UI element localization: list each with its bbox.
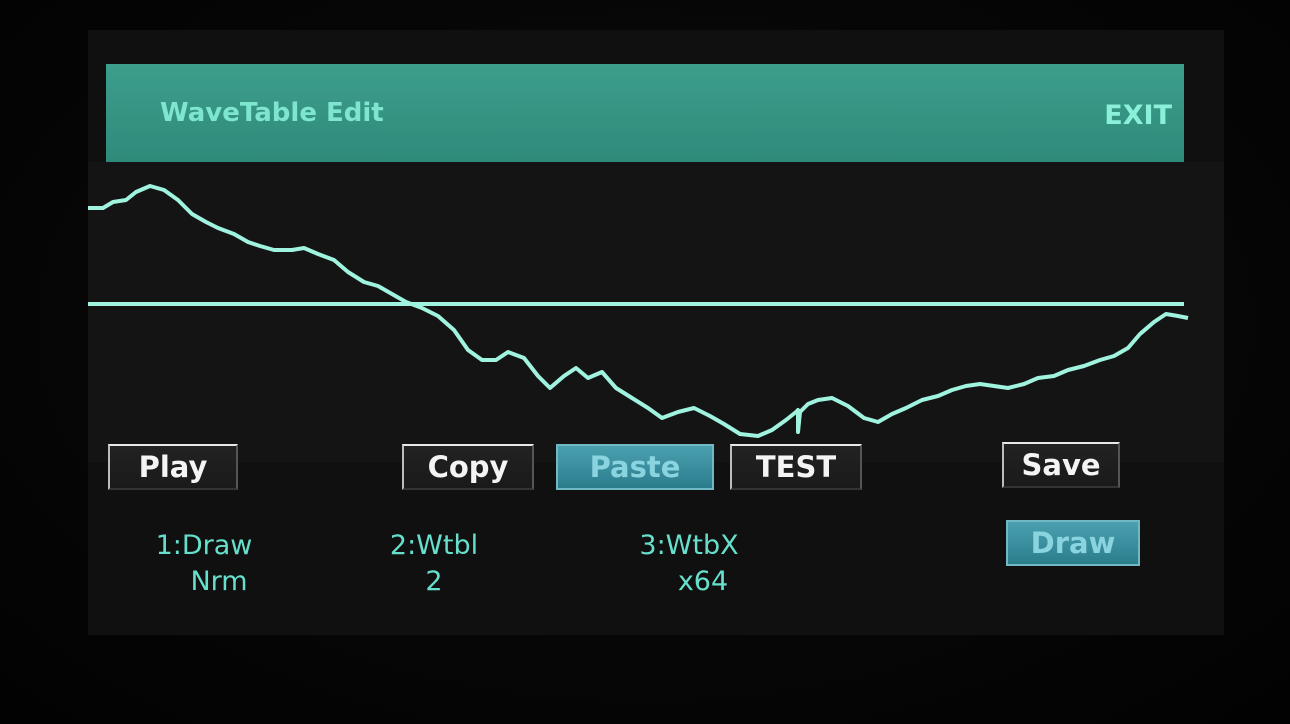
play-button[interactable]: Play xyxy=(108,444,238,490)
save-button[interactable]: Save xyxy=(1002,442,1120,488)
display-screen: WaveTable Edit EXIT Play Copy Paste TEST… xyxy=(88,30,1224,635)
param-value: 2 xyxy=(425,566,443,597)
waveform-editor[interactable] xyxy=(88,162,1224,462)
draw-button[interactable]: Draw xyxy=(1006,520,1140,566)
waveform-line[interactable] xyxy=(88,184,1189,438)
param-label: 3:WtbX xyxy=(639,530,739,561)
exit-button[interactable]: EXIT xyxy=(1104,100,1172,131)
page-title: WaveTable Edit xyxy=(160,98,384,128)
paste-button[interactable]: Paste xyxy=(556,444,714,490)
param-value: x64 xyxy=(677,566,729,597)
waveform-canvas[interactable] xyxy=(88,162,1224,462)
test-button[interactable]: TEST xyxy=(730,444,862,490)
param-draw-mode[interactable]: 1:Draw Nrm xyxy=(124,528,284,600)
param-wavetable[interactable]: 2:Wtbl 2 xyxy=(364,528,504,600)
copy-button[interactable]: Copy xyxy=(402,444,534,490)
param-label: 2:Wtbl xyxy=(389,530,479,561)
param-label: 1:Draw xyxy=(155,530,253,561)
param-value: Nrm xyxy=(190,566,248,597)
param-wavetable-x[interactable]: 3:WtbX x64 xyxy=(604,528,774,600)
